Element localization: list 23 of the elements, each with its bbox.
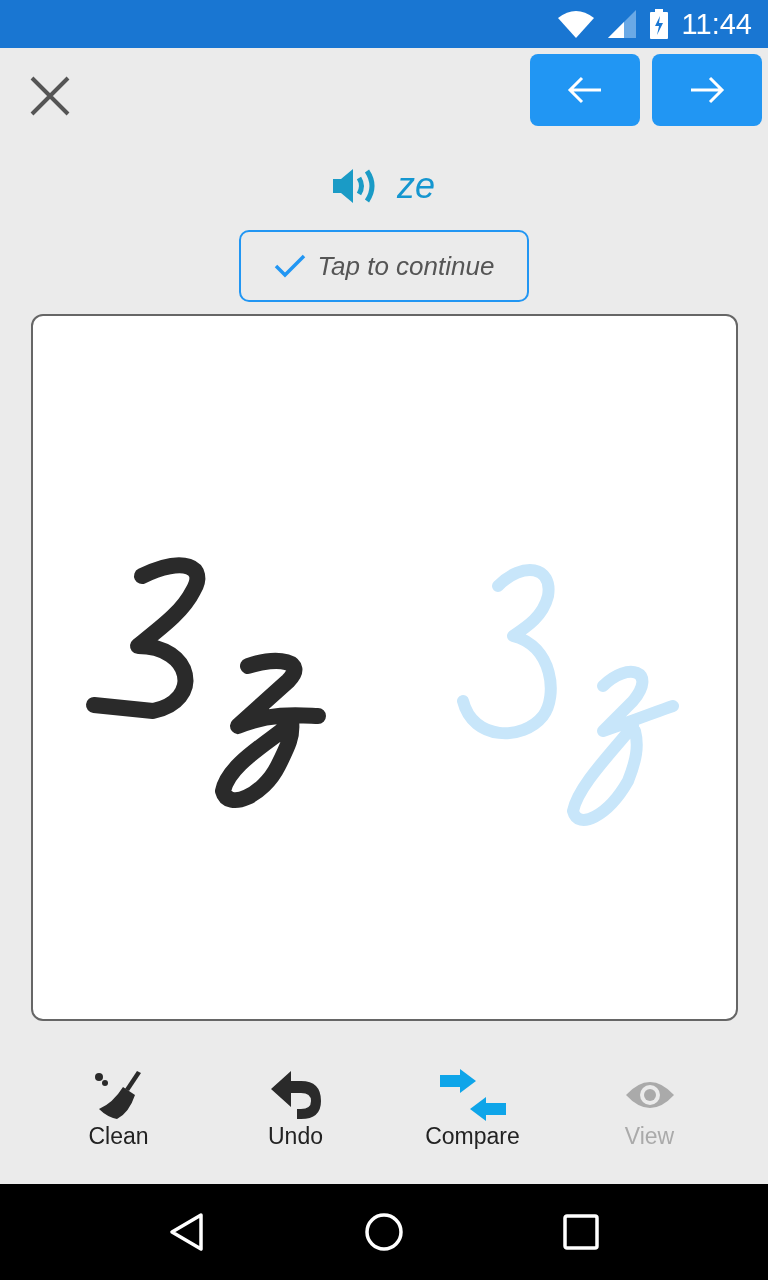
forward-button[interactable] <box>652 54 762 126</box>
compare-arrows-icon <box>439 1069 506 1121</box>
signal-icon <box>607 10 636 38</box>
recents-nav-button[interactable] <box>562 1214 599 1250</box>
right-arrow-icon <box>689 75 725 105</box>
undo-tool-button[interactable]: Undo <box>225 1069 366 1179</box>
back-button[interactable] <box>530 54 640 126</box>
clean-tool-button[interactable]: Clean <box>48 1069 189 1179</box>
triangle-icon <box>169 1212 206 1252</box>
left-arrow-icon <box>567 75 603 105</box>
home-nav-button[interactable] <box>364 1212 404 1252</box>
status-time: 11:44 <box>681 7 752 41</box>
close-icon <box>30 76 70 116</box>
compare-tool-button[interactable]: Compare <box>402 1069 543 1179</box>
square-icon <box>562 1214 599 1250</box>
back-nav-button[interactable] <box>169 1212 206 1252</box>
check-icon <box>273 254 306 278</box>
circle-icon <box>364 1212 404 1252</box>
battery-charging-icon <box>649 9 668 39</box>
drawing-canvas[interactable] <box>31 314 738 1021</box>
word-text: ze <box>397 165 435 207</box>
continue-button[interactable]: Tap to continue <box>239 230 529 302</box>
wifi-icon <box>557 10 594 38</box>
